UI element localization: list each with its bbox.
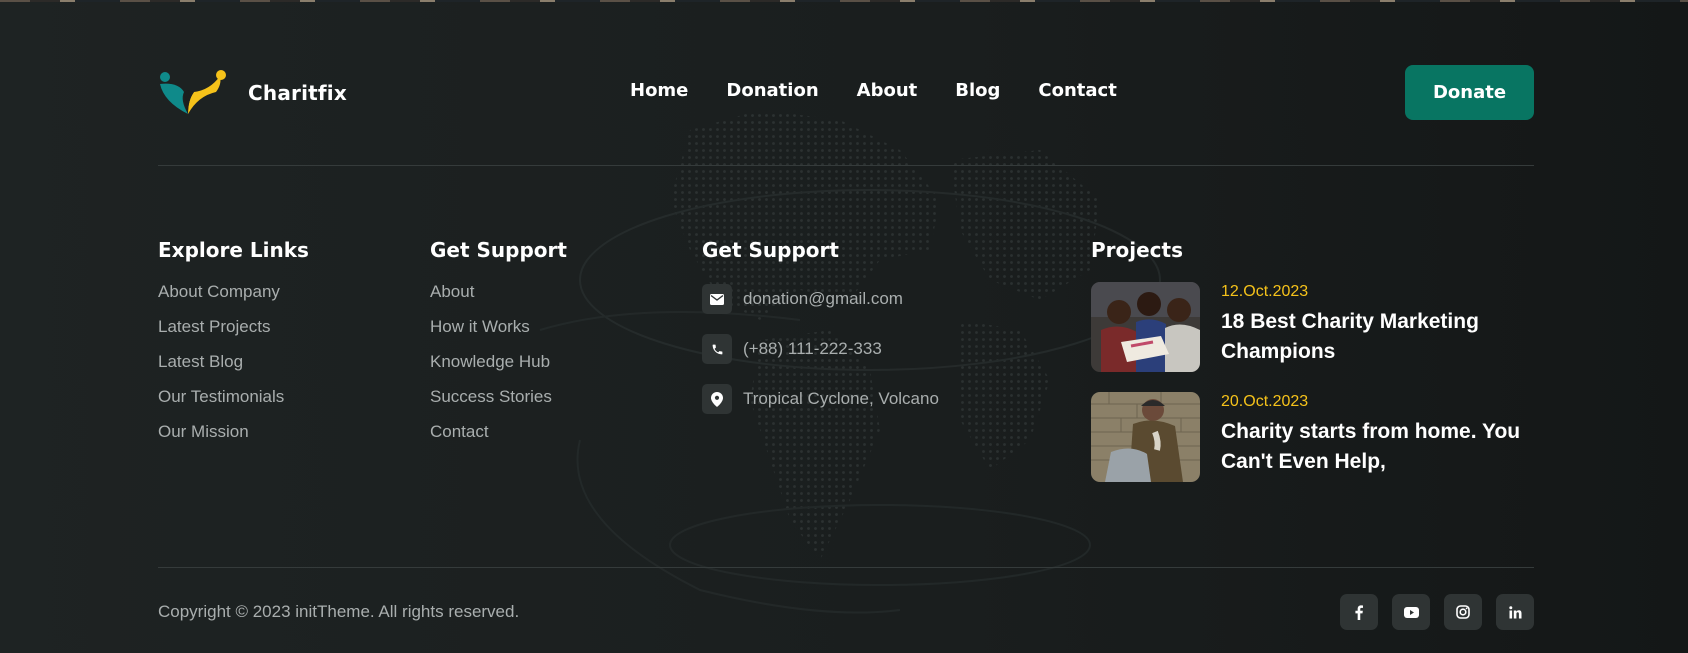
project-date: 12.Oct.2023 [1221, 283, 1309, 300]
brand-logo[interactable]: Charitfix [158, 70, 347, 116]
link-about-company[interactable]: About Company [158, 282, 280, 301]
project-item[interactable]: 12.Oct.2023 18 Best Charity Marketing Ch… [1091, 282, 1531, 372]
nav-about[interactable]: About [857, 80, 918, 101]
phone-icon [702, 334, 732, 364]
contact-email[interactable]: donation@gmail.com [702, 274, 939, 324]
list-item: About Company [158, 282, 309, 317]
link-contact[interactable]: Contact [430, 422, 489, 441]
explore-links-list: About Company Latest Projects Latest Blo… [158, 282, 309, 457]
nav-home[interactable]: Home [630, 80, 688, 101]
project-date: 20.Oct.2023 [1221, 393, 1309, 410]
elderly-man-photo[interactable] [1091, 392, 1200, 482]
copyright-text: Copyright © 2023 initTheme. All rights r… [158, 602, 520, 621]
header-divider [158, 165, 1534, 166]
link-our-mission[interactable]: Our Mission [158, 422, 249, 441]
site-footer: Charitfix Home Donation About Blog Conta… [0, 0, 1688, 653]
project-info: 12.Oct.2023 18 Best Charity Marketing Ch… [1221, 282, 1531, 367]
contact-title: Get Support [702, 238, 839, 262]
list-item: How it Works [430, 317, 567, 352]
link-about[interactable]: About [430, 282, 474, 301]
list-item: Contact [430, 422, 567, 457]
list-item: Our Testimonials [158, 387, 309, 422]
support-links-title: Get Support [430, 238, 567, 262]
contact-location[interactable]: Tropical Cyclone, Volcano [702, 374, 939, 424]
social-links [1340, 594, 1534, 630]
nav-blog[interactable]: Blog [955, 80, 1000, 101]
instagram-icon[interactable] [1444, 594, 1482, 630]
link-latest-blog[interactable]: Latest Blog [158, 352, 243, 371]
link-knowledge-hub[interactable]: Knowledge Hub [430, 352, 550, 371]
footer-divider [158, 567, 1534, 568]
heart-logo-icon [160, 70, 226, 114]
contact-location-text: Tropical Cyclone, Volcano [743, 389, 939, 408]
brand-name: Charitfix [248, 81, 347, 105]
project-title[interactable]: 18 Best Charity Marketing Champions [1221, 307, 1531, 367]
link-our-testimonials[interactable]: Our Testimonials [158, 387, 284, 406]
explore-links-column: Explore Links About Company Latest Proje… [158, 238, 309, 457]
projects-column: Projects 12.Oct.2023 18 Best Charity Mar… [1091, 238, 1531, 502]
support-links-column: Get Support About How it Works Knowledge… [430, 238, 567, 457]
facebook-icon[interactable] [1340, 594, 1378, 630]
explore-links-title: Explore Links [158, 238, 309, 262]
main-nav: Home Donation About Blog Contact [630, 80, 1155, 101]
project-info: 20.Oct.2023 Charity starts from home. Yo… [1221, 392, 1531, 477]
mail-icon [702, 284, 732, 314]
contact-phone-text: (+88) 111-222-333 [743, 339, 882, 358]
contact-phone[interactable]: (+88) 111-222-333 [702, 324, 939, 374]
link-success-stories[interactable]: Success Stories [430, 387, 552, 406]
youtube-icon[interactable] [1392, 594, 1430, 630]
nav-donation[interactable]: Donation [726, 80, 818, 101]
contact-email-text: donation@gmail.com [743, 289, 903, 308]
nav-contact[interactable]: Contact [1038, 80, 1116, 101]
list-item: Success Stories [430, 387, 567, 422]
list-item: Latest Blog [158, 352, 309, 387]
projects-title: Projects [1091, 238, 1184, 262]
list-item: Knowledge Hub [430, 352, 567, 387]
link-how-it-works[interactable]: How it Works [430, 317, 530, 336]
list-item: About [430, 282, 567, 317]
support-links-list: About How it Works Knowledge Hub Success… [430, 282, 567, 457]
linkedin-icon[interactable] [1496, 594, 1534, 630]
list-item: Our Mission [158, 422, 309, 457]
children-reading-photo[interactable] [1091, 282, 1200, 372]
donate-button[interactable]: Donate [1405, 65, 1534, 120]
location-pin-icon [702, 384, 732, 414]
project-title[interactable]: Charity starts from home. You Can't Even… [1221, 417, 1531, 477]
project-item[interactable]: 20.Oct.2023 Charity starts from home. Yo… [1091, 392, 1531, 482]
list-item: Latest Projects [158, 317, 309, 352]
contact-column: Get Support donation@gmail.com (+88) 111… [702, 238, 939, 424]
link-latest-projects[interactable]: Latest Projects [158, 317, 270, 336]
